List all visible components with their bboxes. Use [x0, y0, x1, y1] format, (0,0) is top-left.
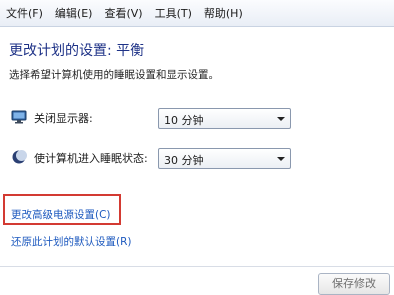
menu-file[interactable]: 文件(F) — [6, 5, 43, 21]
chevron-down-icon — [277, 157, 285, 161]
save-changes-button[interactable]: 保存修改 — [318, 273, 390, 295]
menu-edit[interactable]: 编辑(E) — [55, 5, 93, 21]
divider — [0, 266, 394, 267]
menu-bar: 文件(F) 编辑(E) 查看(V) 工具(T) 帮助(H) — [0, 0, 394, 27]
advanced-power-settings-link[interactable]: 更改高级电源设置(C) — [11, 207, 111, 222]
display-off-dropdown[interactable]: 10 分钟 — [158, 108, 291, 129]
restore-defaults-link[interactable]: 还原此计划的默认设置(R) — [11, 234, 132, 249]
menu-view[interactable]: 查看(V) — [104, 5, 142, 21]
display-off-value: 10 分钟 — [164, 114, 204, 127]
sleep-dropdown[interactable]: 30 分钟 — [158, 148, 291, 169]
display-off-label: 关闭显示器: — [34, 112, 93, 125]
menu-help[interactable]: 帮助(H) — [204, 5, 243, 21]
moon-icon — [12, 150, 27, 164]
page-title: 更改计划的设置: 平衡 — [9, 43, 145, 59]
sleep-value: 30 分钟 — [164, 154, 204, 167]
chevron-down-icon — [277, 117, 285, 121]
page-description: 选择希望计算机使用的睡眠设置和显示设置。 — [9, 69, 219, 81]
monitor-icon — [11, 110, 27, 124]
menu-tools[interactable]: 工具(T) — [155, 5, 192, 21]
sleep-label: 使计算机进入睡眠状态: — [34, 152, 148, 165]
